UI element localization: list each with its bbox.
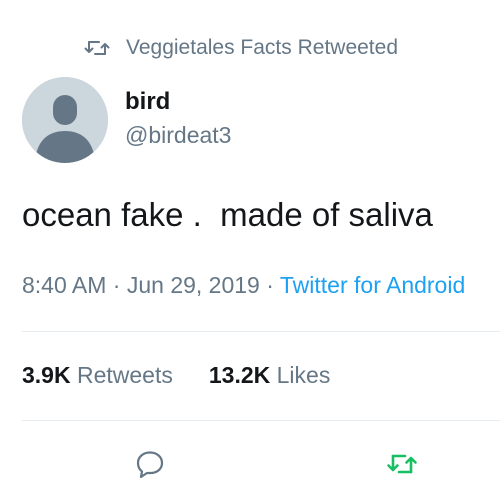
reply-icon [136,451,164,479]
retweets-count: 3.9K [22,362,71,388]
likes-label: Likes [276,362,331,388]
retweets-stat[interactable]: 3.9K Retweets [22,362,173,389]
tweet-time[interactable]: 8:40 AM [22,272,106,298]
avatar[interactable] [22,77,108,163]
tweet-text: ocean fake . made of saliva [22,196,433,233]
divider [22,331,500,332]
default-avatar-icon [22,77,108,163]
retweet-button[interactable] [386,448,418,480]
author-name[interactable]: bird [125,88,170,116]
tweet-detail: Veggietales Facts Retweeted bird @birdea… [0,0,500,500]
reply-button[interactable] [134,448,166,480]
author-handle[interactable]: @birdeat3 [125,122,231,149]
meta-separator: · [259,272,280,298]
retweet-context-label: Veggietales Facts Retweeted [126,36,398,59]
retweet-icon [387,454,417,474]
retweet-context[interactable]: Veggietales Facts Retweeted [84,36,398,60]
meta-separator: · [106,272,127,298]
tweet-metadata: 8:40 AM · Jun 29, 2019 · Twitter for And… [22,272,465,299]
tweet-date[interactable]: Jun 29, 2019 [127,272,260,298]
tweet-source-link[interactable]: Twitter for Android [280,272,465,298]
likes-count: 13.2K [208,362,271,388]
retweets-label: Retweets [76,362,173,388]
divider [22,420,500,421]
tweet-stats: 3.9K Retweets 13.2K Likes [22,362,366,389]
retweet-icon [84,41,110,55]
likes-stat[interactable]: 13.2K Likes [209,362,330,389]
